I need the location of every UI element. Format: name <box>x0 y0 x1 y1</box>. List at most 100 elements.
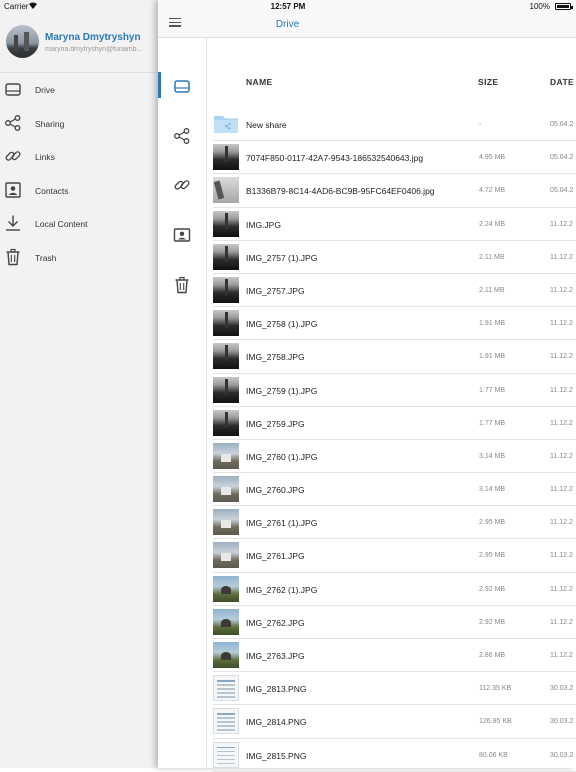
file-row[interactable]: IMG_2759.JPG 1.77 MB 11.12.2 <box>213 407 576 440</box>
file-name: IMG_2759 (1).JPG <box>246 385 318 396</box>
file-name: IMG_2762 (1).JPG <box>246 584 318 595</box>
file-size: 2.86 MB <box>479 652 506 659</box>
file-thumbnail <box>213 144 239 171</box>
file-row[interactable]: IMG_2763.JPG 2.86 MB 11.12.2 <box>213 639 576 673</box>
file-name: IMG_2761.JPG <box>246 551 305 562</box>
file-thumbnail <box>213 276 239 303</box>
file-row[interactable]: IMG.JPG 2.24 MB 11.12.2 <box>213 208 576 241</box>
file-size: 112.35 KB <box>479 685 512 693</box>
drawer-item-links[interactable]: Links <box>0 140 158 174</box>
status-bar: Carrier 12:57 PM 100% <box>0 0 576 13</box>
link-icon[interactable] <box>173 176 191 194</box>
file-row[interactable]: IMG_2762 (1).JPG 2.92 MB 11.12.2 <box>213 573 576 606</box>
file-size: 2.11 MB <box>479 286 505 294</box>
share-icon <box>4 114 22 132</box>
file-size: 3.14 MB <box>479 452 506 460</box>
file-row[interactable]: IMG_2760 (1).JPG 3.14 MB 11.12.2 <box>213 440 576 474</box>
trash-icon[interactable] <box>173 276 191 294</box>
file-thumbnail <box>213 442 239 469</box>
main-panel: Drive NAME SIZE DATE New share -05.04.2 70… <box>158 0 576 772</box>
drawer-item-drive[interactable]: Drive <box>0 73 158 107</box>
file-date: 11.12.2 <box>550 585 573 593</box>
file-row[interactable]: New share - 05.04.2 <box>213 108 576 142</box>
file-size: 2.95 MB <box>479 552 506 560</box>
file-date: 11.12.2 <box>550 486 573 494</box>
file-size: 1.91 MB <box>479 353 506 361</box>
file-thumbnail <box>213 177 239 204</box>
drawer-item-sharing[interactable]: Sharing <box>0 107 158 141</box>
icon-rail <box>158 37 207 768</box>
file-thumbnail <box>213 741 239 768</box>
file-date: 11.12.2 <box>550 519 573 527</box>
trash-icon <box>4 248 22 266</box>
link-icon <box>4 147 22 165</box>
file-row[interactable]: IMG_2757 (1).JPG 2.11 MB 11.12.2 <box>213 241 576 274</box>
file-name: B1336B79-8C14-4AD6-BC9B-95FC64EF0406.jpg <box>246 186 435 197</box>
drawer-item-label: Contacts <box>35 185 69 196</box>
contact-card-icon[interactable] <box>173 226 191 244</box>
file-date: 11.12.2 <box>550 652 573 659</box>
column-header-name[interactable]: NAME <box>246 77 273 87</box>
file-thumbnail <box>213 642 239 668</box>
battery-icon <box>555 3 573 10</box>
page-title: Drive <box>275 19 300 30</box>
file-size: 2.92 MB <box>479 618 506 626</box>
file-date: 11.12.2 <box>550 220 573 228</box>
file-thumbnail <box>213 243 239 270</box>
file-size: 2.95 MB <box>479 519 506 527</box>
file-size: 80.06 KB <box>479 751 508 759</box>
contact-card-icon <box>4 181 22 199</box>
file-name: 7074F850-0117-42A7-9543-186532540643.jpg <box>246 153 424 164</box>
file-row[interactable]: IMG_2814.PNG 126.95 KB 30.03.2 <box>213 705 576 739</box>
file-row[interactable]: IMG_2757.JPG 2.11 MB 11.12.2 <box>213 274 576 308</box>
side-drawer: Maryna Dmytryshyn maryna.dmytryshyn@funa… <box>0 0 158 768</box>
file-name: IMG_2761 (1).JPG <box>246 518 318 529</box>
drawer-item-label: Drive <box>35 85 55 95</box>
file-size: 4.95 MB <box>479 154 506 162</box>
file-name: IMG.JPG <box>246 219 281 230</box>
file-thumbnail <box>213 376 239 403</box>
file-date: 11.12.2 <box>550 419 573 427</box>
drawer-item-label: Local Content <box>35 219 88 230</box>
file-name: IMG_2763.JPG <box>246 651 305 661</box>
drawer-item-trash[interactable]: Trash <box>0 241 158 275</box>
file-date: 30.03.2 <box>550 685 574 693</box>
file-row[interactable]: IMG_2760.JPG 3.14 MB 11.12.2 <box>213 473 576 507</box>
file-thumbnail <box>213 608 239 635</box>
file-thumbnail <box>213 210 239 237</box>
file-row[interactable]: IMG_2761.JPG 2.95 MB 11.12.2 <box>213 539 576 573</box>
file-row[interactable]: 7074F850-0117-42A7-9543-186532540643.jpg… <box>213 141 576 175</box>
file-name: IMG_2757 (1).JPG <box>246 252 318 263</box>
file-name: IMG_2814.PNG <box>246 717 307 728</box>
file-row[interactable]: IMG_2762.JPG 2.92 MB 11.12.2 <box>213 606 576 639</box>
file-name: IMG_2762.JPG <box>246 617 305 628</box>
file-row[interactable]: IMG_2813.PNG 112.35 KB 30.03.2 <box>213 672 576 706</box>
file-row[interactable]: B1336B79-8C14-4AD6-BC9B-95FC64EF0406.jpg… <box>213 174 576 208</box>
file-thumbnail <box>213 542 239 569</box>
drawer-item-label: Links <box>35 152 55 163</box>
file-row[interactable]: IMG_2815.PNG 80.06 KB 30.03.2 <box>213 739 576 772</box>
file-date: 05.04.2 <box>550 121 574 128</box>
file-row[interactable]: IMG_2759 (1).JPG 1.77 MB 11.12.2 <box>213 374 576 407</box>
file-date: 11.12.2 <box>550 552 573 560</box>
file-date: 11.12.2 <box>550 386 573 394</box>
file-size: 126.95 KB <box>479 718 512 726</box>
file-row[interactable]: IMG_2758.JPG 1.91 MB 11.12.2 <box>213 340 576 374</box>
column-header-size[interactable]: SIZE <box>478 77 499 87</box>
column-header-date[interactable]: DATE <box>550 77 574 87</box>
file-date: 11.12.2 <box>550 618 573 626</box>
file-name: IMG_2760 (1).JPG <box>246 451 318 462</box>
user-name: Maryna Dmytryshyn <box>45 32 141 43</box>
drawer-item-contacts[interactable]: Contacts <box>0 174 158 208</box>
file-name: IMG_2760.JPG <box>246 485 305 496</box>
drawer-item-label: Sharing <box>35 118 65 129</box>
file-row[interactable]: IMG_2758 (1).JPG 1.91 MB 11.12.2 <box>213 307 576 341</box>
file-size: 1.77 MB <box>479 386 506 394</box>
share-icon[interactable] <box>173 127 191 145</box>
drive-icon[interactable] <box>173 77 191 95</box>
file-date: 05.04.2 <box>550 154 574 162</box>
file-date: 11.12.2 <box>550 253 573 261</box>
file-date: 30.03.2 <box>550 718 574 726</box>
file-row[interactable]: IMG_2761 (1).JPG 2.95 MB 11.12.2 <box>213 506 576 540</box>
drawer-item-local-content[interactable]: Local Content <box>0 207 158 241</box>
